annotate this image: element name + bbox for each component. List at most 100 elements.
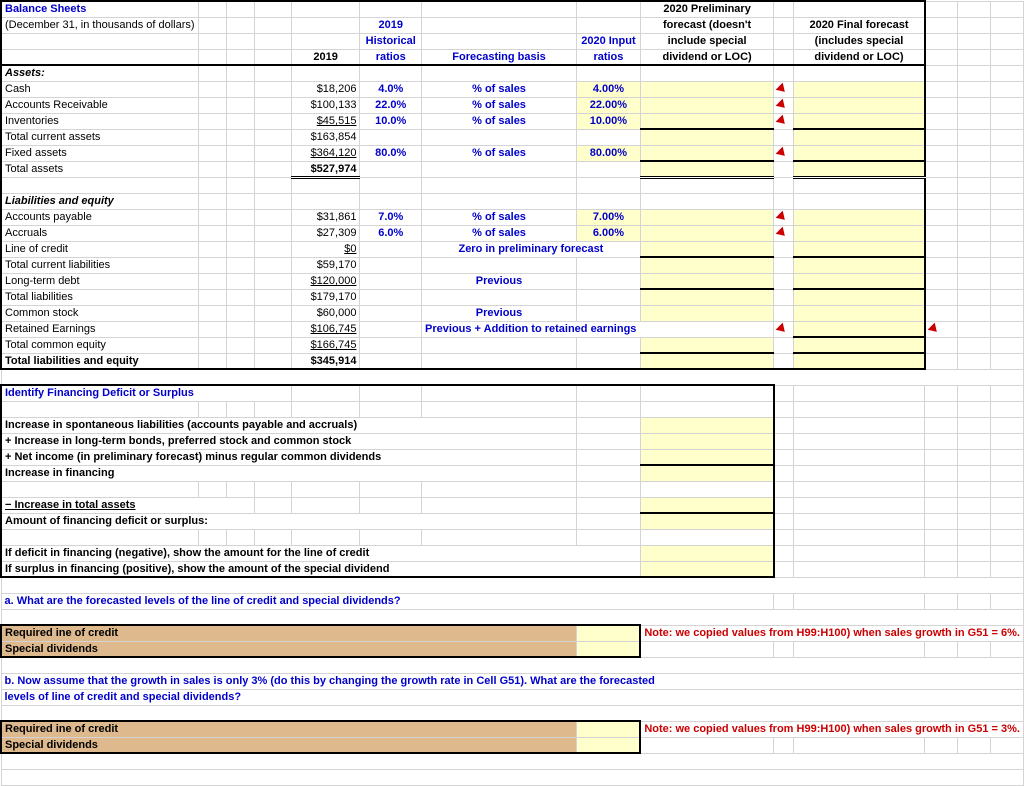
acc-final[interactable] — [794, 225, 925, 241]
hdr-input1: 2020 Input — [577, 33, 641, 49]
tcl-prelim[interactable] — [640, 257, 774, 273]
row-cash: Cash — [1, 81, 198, 97]
cash-2019: $18,206 — [291, 81, 360, 97]
ltd-prelim[interactable] — [640, 273, 774, 289]
ap-basis: % of sales — [422, 209, 577, 225]
re-final[interactable] — [794, 321, 925, 337]
tce-2019: $166,745 — [291, 337, 360, 353]
cs-prelim[interactable] — [640, 305, 774, 321]
ta-2019: $527,974 — [291, 161, 360, 177]
ar-prelim[interactable] — [640, 97, 774, 113]
row-cs: Common stock — [1, 305, 198, 321]
req-loc-b: Required ine of credit — [1, 721, 577, 737]
tca-prelim[interactable] — [640, 129, 774, 145]
hdr-prelim1: 2020 Preliminary — [640, 1, 774, 17]
cash-prelim[interactable] — [640, 81, 774, 97]
hdr-prelim2: forecast (doesn't — [640, 17, 774, 33]
row-inv: Inventories — [1, 113, 198, 129]
ap-prelim[interactable] — [640, 209, 774, 225]
re-2019: $106,745 — [291, 321, 360, 337]
ar-input[interactable]: 22.00% — [577, 97, 641, 113]
ar-basis: % of sales — [422, 97, 577, 113]
cs-final[interactable] — [794, 305, 925, 321]
hdr-2019: 2019 — [291, 49, 360, 65]
row-ar: Accounts Receivable — [1, 97, 198, 113]
validation-marker-icon — [776, 115, 789, 128]
req-loc-a-val[interactable] — [577, 625, 641, 641]
row-fa: Fixed assets — [1, 145, 198, 161]
deficit-l1: Increase in spontaneous liabilities (acc… — [1, 417, 577, 433]
deficit-v3[interactable] — [640, 449, 774, 465]
row-tce: Total common equity — [1, 337, 198, 353]
hdr-final1: 2020 Final forecast — [794, 17, 925, 33]
question-a: a. What are the forecasted levels of the… — [1, 593, 774, 609]
row-tle: Total liabilities and equity — [1, 353, 198, 369]
inv-final[interactable] — [794, 113, 925, 129]
deficit-v8[interactable] — [640, 561, 774, 577]
deficit-l2: + Increase in long-term bonds, preferred… — [1, 433, 577, 449]
deficit-l3: + Net income (in preliminary forecast) m… — [1, 449, 577, 465]
loc-final[interactable] — [794, 241, 925, 257]
spec-div-a: Special dividends — [1, 641, 577, 657]
inv-prelim[interactable] — [640, 113, 774, 129]
validation-marker-icon — [776, 83, 789, 96]
ap-input[interactable]: 7.00% — [577, 209, 641, 225]
row-re: Retained Earnings — [1, 321, 198, 337]
spec-div-a-val[interactable] — [577, 641, 641, 657]
hdr-prelim3: include special — [640, 33, 774, 49]
row-loc: Line of credit — [1, 241, 198, 257]
tle-final[interactable] — [794, 353, 925, 369]
deficit-v1[interactable] — [640, 417, 774, 433]
tl-final[interactable] — [794, 289, 925, 305]
spec-div-b-val[interactable] — [577, 737, 641, 753]
tle-prelim[interactable] — [640, 353, 774, 369]
row-ltd: Long-term debt — [1, 273, 198, 289]
note-6: Note: we copied values from H99:H100) wh… — [640, 625, 1023, 641]
ltd-final[interactable] — [794, 273, 925, 289]
validation-marker-icon — [776, 323, 789, 336]
cash-input[interactable]: 4.00% — [577, 81, 641, 97]
fa-hist: 80.0% — [360, 145, 422, 161]
ta-final[interactable] — [794, 161, 925, 177]
grid: Balance Sheets 2020 Preliminary (Decembe… — [0, 0, 1024, 786]
fa-prelim[interactable] — [640, 145, 774, 161]
acc-hist: 6.0% — [360, 225, 422, 241]
loc-prelim[interactable] — [640, 241, 774, 257]
row-ap: Accounts payable — [1, 209, 198, 225]
fa-final[interactable] — [794, 145, 925, 161]
inv-input[interactable]: 10.00% — [577, 113, 641, 129]
cash-final[interactable] — [794, 81, 925, 97]
re-basis: Previous + Addition to retained earnings — [422, 321, 774, 337]
validation-marker-icon — [928, 323, 941, 336]
ap-final[interactable] — [794, 209, 925, 225]
deficit-l8: If surplus in financing (positive), show… — [1, 561, 640, 577]
inv-basis: % of sales — [422, 113, 577, 129]
deficit-title: Identify Financing Deficit or Surplus — [1, 385, 291, 401]
deficit-v7[interactable] — [640, 545, 774, 561]
tca-final[interactable] — [794, 129, 925, 145]
ar-final[interactable] — [794, 97, 925, 113]
inv-2019: $45,515 — [291, 113, 360, 129]
row-ta: Total assets — [1, 161, 198, 177]
row-tcl: Total current liabilities — [1, 257, 198, 273]
subtitle-cell: (December 31, in thousands of dollars) — [1, 17, 198, 33]
acc-input[interactable]: 6.00% — [577, 225, 641, 241]
acc-prelim[interactable] — [640, 225, 774, 241]
deficit-v2[interactable] — [640, 433, 774, 449]
tl-prelim[interactable] — [640, 289, 774, 305]
req-loc-b-val[interactable] — [577, 721, 641, 737]
deficit-v4[interactable] — [640, 465, 774, 481]
question-b-2: levels of line of credit and special div… — [1, 689, 1024, 705]
deficit-l6: Amount of financing deficit or surplus: — [1, 513, 577, 529]
spreadsheet: Balance Sheets 2020 Preliminary (Decembe… — [0, 0, 1024, 786]
tce-prelim[interactable] — [640, 337, 774, 353]
fa-input[interactable]: 80.00% — [577, 145, 641, 161]
deficit-v5[interactable] — [640, 497, 774, 513]
cs-2019: $60,000 — [291, 305, 360, 321]
tce-final[interactable] — [794, 337, 925, 353]
deficit-v6[interactable] — [640, 513, 774, 529]
ltd-2019: $120,000 — [291, 273, 360, 289]
ta-prelim[interactable] — [640, 161, 774, 177]
tcl-final[interactable] — [794, 257, 925, 273]
liab-hdr: Liabilities and equity — [1, 193, 198, 209]
